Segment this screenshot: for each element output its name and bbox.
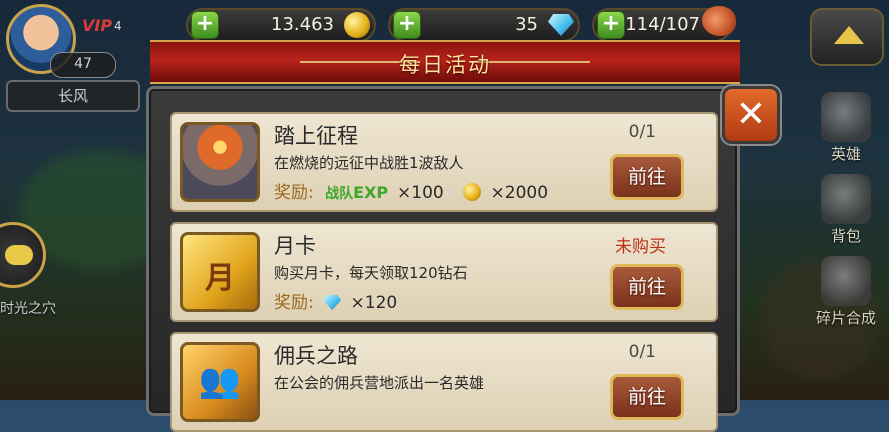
activity-description: 在公会的佣兵营地派出一名英雄	[274, 374, 485, 392]
vip-label: VIP	[82, 16, 113, 35]
side-menu-fragment-synthesis[interactable]: 碎片合成	[806, 256, 886, 328]
monthly-card-icon: 月	[180, 232, 260, 312]
activity-progress: 0/1	[628, 122, 656, 142]
add-gold-button[interactable]: +	[191, 11, 219, 39]
backpack-icon	[821, 174, 871, 224]
activity-description: 购买月卡，每天领取120钻石	[274, 264, 468, 282]
puzzle-piece-icon	[821, 256, 871, 306]
player-level: 47	[50, 52, 116, 78]
collapse-menu-button[interactable]	[810, 8, 884, 66]
close-button[interactable]: ✕	[722, 86, 780, 144]
activity-title: 月卡	[274, 234, 316, 258]
mercenary-icon: 👥	[180, 342, 260, 422]
gold-coin-icon	[463, 183, 482, 201]
activity-reward: 奖励: 战队EXP ×100 ×2000	[274, 178, 548, 203]
gold-amount: 13.463	[271, 14, 334, 35]
side-menu-label: 碎片合成	[815, 309, 876, 327]
stamina-amount: 114/107	[625, 14, 700, 35]
team-exp-prefix: 战队	[325, 186, 354, 202]
activity-title: 佣兵之路	[274, 344, 358, 368]
reward-label: 奖励:	[274, 293, 314, 313]
close-icon: ✕	[735, 94, 767, 135]
helmet-icon	[821, 92, 871, 142]
vip-level: 4	[114, 19, 122, 33]
side-menu-label: 背包	[830, 227, 861, 245]
reward-exp-amount: ×100	[397, 183, 444, 203]
reward-label: 奖励:	[274, 183, 314, 203]
people-icon: 👥	[198, 361, 242, 401]
meat-drumstick-icon	[702, 6, 736, 36]
side-menu-heroes[interactable]: 英雄	[806, 92, 886, 164]
chat-bubble-icon	[5, 245, 33, 265]
activity-title: 踏上征程	[274, 124, 358, 148]
activity-progress: 0/1	[628, 342, 656, 362]
gold-coin-icon	[344, 12, 370, 38]
diamond-amount: 35	[515, 14, 538, 35]
team-exp-word: EXP	[353, 183, 389, 202]
activity-card: 👥 佣兵之路 在公会的佣兵营地派出一名英雄 0/1 前往	[170, 332, 718, 432]
go-button[interactable]: 前往	[610, 264, 684, 310]
diamond-resource-bar: + 35	[388, 8, 580, 42]
activity-description: 在燃烧的远征中战胜1波敌人	[274, 154, 464, 172]
diamond-icon	[548, 14, 574, 36]
add-diamonds-button[interactable]: +	[393, 11, 421, 39]
side-menu-label: 英雄	[830, 145, 861, 163]
diamond-icon	[323, 295, 342, 310]
reward-diamond-amount: ×120	[350, 293, 398, 313]
add-stamina-button[interactable]: +	[597, 11, 625, 39]
go-button[interactable]: 前往	[610, 154, 684, 200]
player-name[interactable]: 长风	[6, 80, 140, 112]
activity-status: 未购买	[615, 237, 666, 257]
activity-reward: 奖励: ×120	[274, 288, 397, 313]
dialog-title-banner: 每日活动	[150, 40, 740, 84]
activity-card: 踏上征程 在燃烧的远征中战胜1波敌人 奖励: 战队EXP ×100 ×2000 …	[170, 112, 718, 212]
triangle-up-icon	[834, 26, 864, 44]
gold-resource-bar: + 13.463	[186, 8, 376, 42]
team-exp-icon: 战队EXP	[325, 183, 393, 202]
go-button[interactable]: 前往	[610, 374, 684, 420]
dialog-title: 每日活动	[399, 53, 491, 77]
reward-gold-amount: ×2000	[490, 183, 549, 203]
activity-card: 月 月卡 购买月卡，每天领取120钻石 奖励: ×120 未购买 前往	[170, 222, 718, 322]
stamina-resource-bar: + 114/107	[592, 6, 736, 42]
volcano-icon	[180, 122, 260, 202]
side-menu-bag[interactable]: 背包	[806, 174, 886, 246]
time-cave-label[interactable]: 时光之穴	[0, 298, 56, 318]
monthly-card-glyph: 月	[205, 261, 235, 296]
